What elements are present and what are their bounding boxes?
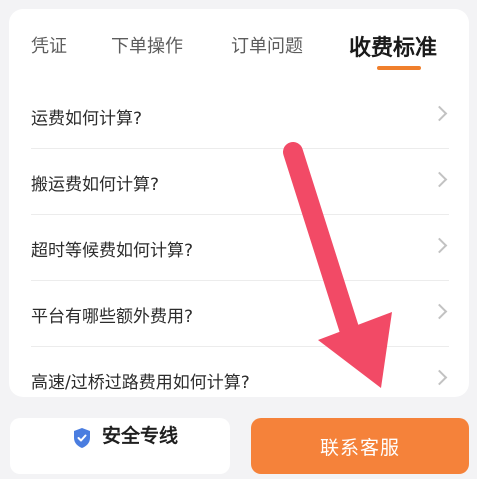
active-tab-indicator (377, 66, 421, 70)
chevron-right-icon (431, 369, 448, 386)
chevron-right-icon (431, 237, 448, 254)
tab-bar: 凭证 下单操作 订单问题 收费标准 (9, 9, 469, 79)
faq-question: 高速/过桥过路费用如何计算? (31, 373, 250, 393)
faq-card: 凭证 下单操作 订单问题 收费标准 运费如何计算? 搬运费如何计算? 超时等候费… (9, 9, 469, 397)
faq-question: 平台有哪些额外费用? (31, 307, 194, 327)
faq-item-toll-fees[interactable]: 高速/过桥过路费用如何计算? (31, 347, 449, 412)
tab-order-issues[interactable]: 订单问题 (231, 32, 303, 58)
faq-item-carrying-fee[interactable]: 搬运费如何计算? (31, 149, 449, 215)
faq-item-waiting-fee[interactable]: 超时等候费如何计算? (31, 215, 449, 281)
faq-item-freight[interactable]: 运费如何计算? (31, 83, 449, 149)
tab-voucher[interactable]: 凭证 (31, 32, 67, 58)
safety-hotline-label: 安全专线 (102, 425, 179, 447)
tab-pricing[interactable]: 收费标准 (349, 30, 437, 62)
faq-list: 运费如何计算? 搬运费如何计算? 超时等候费如何计算? 平台有哪些额外费用? 高… (9, 83, 469, 412)
safety-hotline-button[interactable]: 安全专线 (10, 418, 230, 474)
faq-question: 超时等候费如何计算? (31, 241, 194, 261)
chevron-right-icon (431, 171, 448, 188)
faq-item-extra-fees[interactable]: 平台有哪些额外费用? (31, 281, 449, 347)
tab-ordering[interactable]: 下单操作 (111, 32, 183, 58)
shield-icon (74, 428, 90, 448)
contact-support-button[interactable]: 联系客服 (251, 418, 469, 474)
chevron-right-icon (431, 303, 448, 320)
chevron-right-icon (431, 105, 448, 122)
faq-question: 运费如何计算? (31, 109, 143, 129)
faq-question: 搬运费如何计算? (31, 175, 160, 195)
